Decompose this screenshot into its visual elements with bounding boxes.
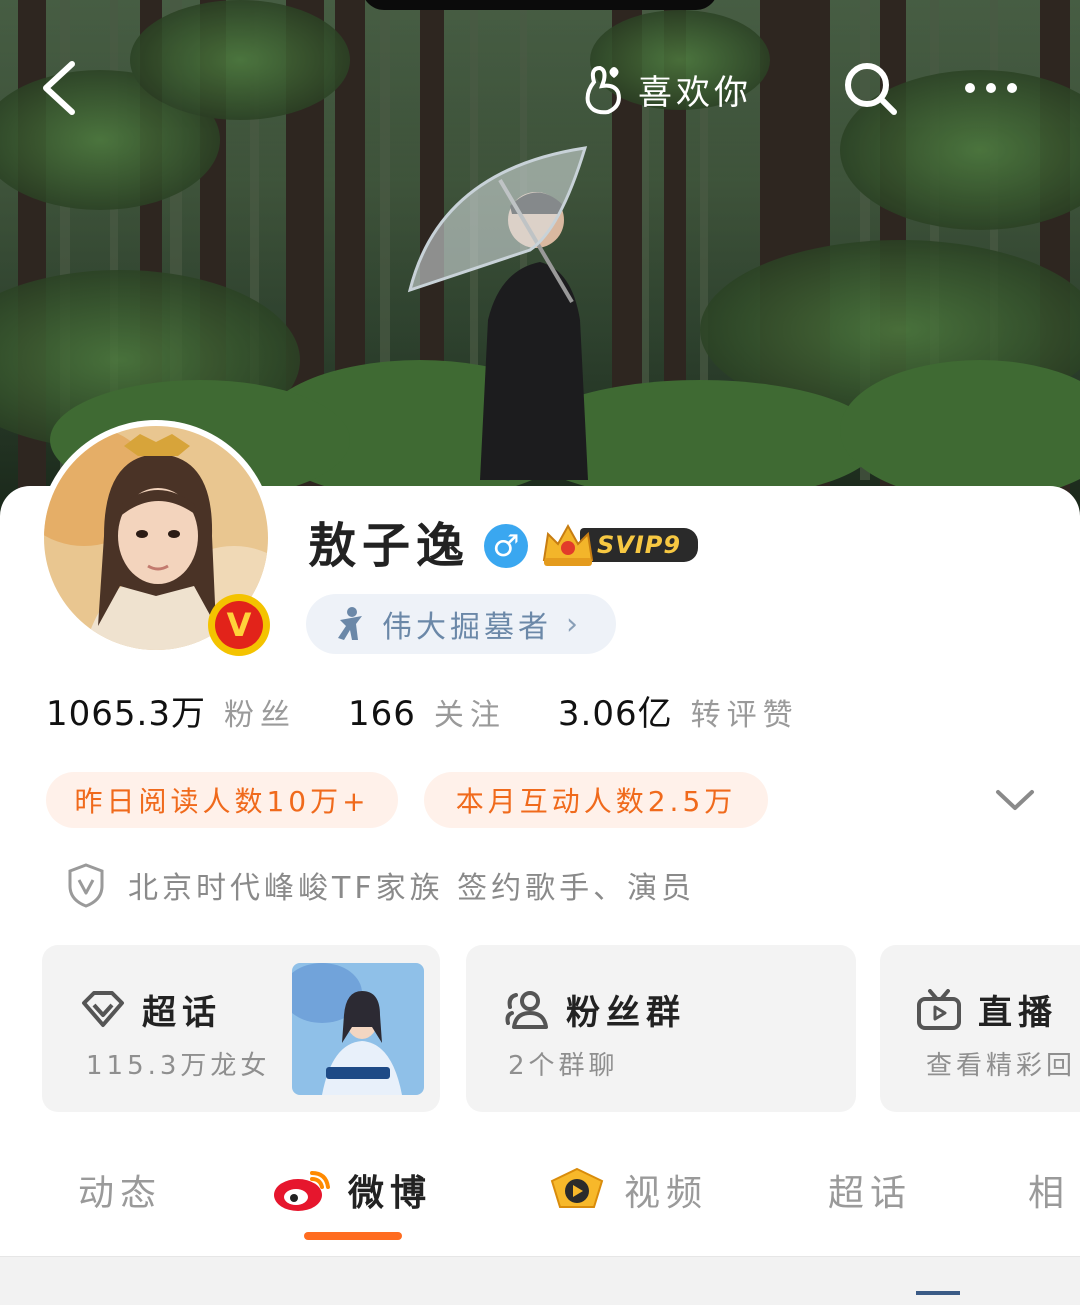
tab-weibo[interactable]: 微博 <box>272 1164 432 1216</box>
stat-label: 转评赞 <box>690 698 799 733</box>
expand-button[interactable] <box>994 782 1036 818</box>
tab-supertopic[interactable]: 超话 <box>828 1164 912 1216</box>
verified-badge: V <box>208 594 270 656</box>
feature-title: 超话 <box>142 993 222 1033</box>
tab-related[interactable]: 相 <box>1028 1164 1070 1216</box>
chip-monthly-interactions[interactable]: 本月互动人数2.5万 <box>424 772 768 828</box>
verified-v-icon: V <box>215 601 263 649</box>
stat-followers[interactable]: 1065.3万 粉丝 <box>46 686 296 735</box>
like-label: 喜欢你 <box>638 72 752 113</box>
group-icon <box>505 991 548 1029</box>
stat-interactions[interactable]: 3.06亿 转评赞 <box>558 686 799 735</box>
verification-text: 北京时代峰峻TF家族 签约歌手、演员 <box>128 871 696 906</box>
chevron-right-icon: › <box>566 606 578 642</box>
back-arrow-icon <box>43 61 75 115</box>
feature-subtitle: 115.3万龙女 <box>86 1051 271 1081</box>
back-button[interactable] <box>32 56 92 120</box>
stats-row: 1065.3万 粉丝 166 关注 3.06亿 转评赞 <box>46 686 851 735</box>
stat-label: 关注 <box>433 698 506 733</box>
tab-feed[interactable]: 动态 <box>78 1164 162 1216</box>
feature-live[interactable]: 直播 查看精彩回 <box>880 945 1080 1112</box>
dancing-person-icon <box>338 607 362 640</box>
tab-label: 动态 <box>78 1173 163 1214</box>
tab-label: 相 <box>1028 1173 1071 1214</box>
tv-icon <box>917 989 961 1030</box>
feature-subtitle: 2个群聊 <box>508 1051 619 1081</box>
tab-label: 视频 <box>624 1173 709 1214</box>
feature-fan-groups[interactable]: 粉丝群 2个群聊 <box>466 945 856 1112</box>
content-tabs: 动态 微博 视频 超话 相 <box>0 1146 1080 1256</box>
diamond-icon <box>82 991 124 1027</box>
profile-name: 敖子逸 <box>308 518 471 574</box>
feature-title: 直播 <box>978 993 1058 1033</box>
title-badge-label: 伟大掘墓者 <box>382 610 552 645</box>
search-icon <box>845 63 897 115</box>
gender-male-icon: ♂ <box>484 524 528 568</box>
title-badge-button[interactable]: 伟大掘墓者 › <box>306 594 616 654</box>
svip-label: SVIP9 <box>580 528 698 562</box>
status-notch <box>362 0 718 10</box>
chip-daily-reads[interactable]: 昨日阅读人数10万+ <box>46 772 398 828</box>
supertopic-poster-image <box>292 963 424 1095</box>
active-tab-indicator <box>304 1232 402 1240</box>
feed-filter-bar <box>0 1256 1080 1305</box>
more-button[interactable] <box>956 68 1026 108</box>
tab-label: 超话 <box>828 1173 913 1214</box>
stat-value: 3.06亿 <box>557 694 673 734</box>
stat-value: 1065.3万 <box>46 694 206 734</box>
search-button[interactable] <box>838 56 902 120</box>
shield-v-icon <box>68 863 104 908</box>
svip-badge[interactable]: SVIP9 <box>540 520 700 568</box>
more-icon <box>965 83 1017 93</box>
crown-icon <box>542 523 594 566</box>
weibo-logo-icon <box>274 1171 330 1211</box>
feature-subtitle: 查看精彩回 <box>926 1051 1077 1081</box>
stat-label: 粉丝 <box>223 698 296 733</box>
stat-value: 166 <box>347 694 416 734</box>
feature-supertopic[interactable]: 超话 115.3万龙女 <box>42 945 440 1112</box>
stat-following[interactable]: 166 关注 <box>348 690 506 734</box>
video-badge-icon <box>550 1167 604 1208</box>
filter-icon[interactable] <box>916 1291 960 1295</box>
verification-row: 北京时代峰峻TF家族 签约歌手、演员 <box>66 862 695 908</box>
like-button[interactable]: 喜欢你 <box>580 60 752 118</box>
tab-label: 微博 <box>348 1173 433 1214</box>
finger-heart-icon <box>585 65 621 115</box>
chevron-down-icon <box>996 790 1034 810</box>
feature-title: 粉丝群 <box>566 993 686 1033</box>
tab-video[interactable]: 视频 <box>546 1164 708 1216</box>
